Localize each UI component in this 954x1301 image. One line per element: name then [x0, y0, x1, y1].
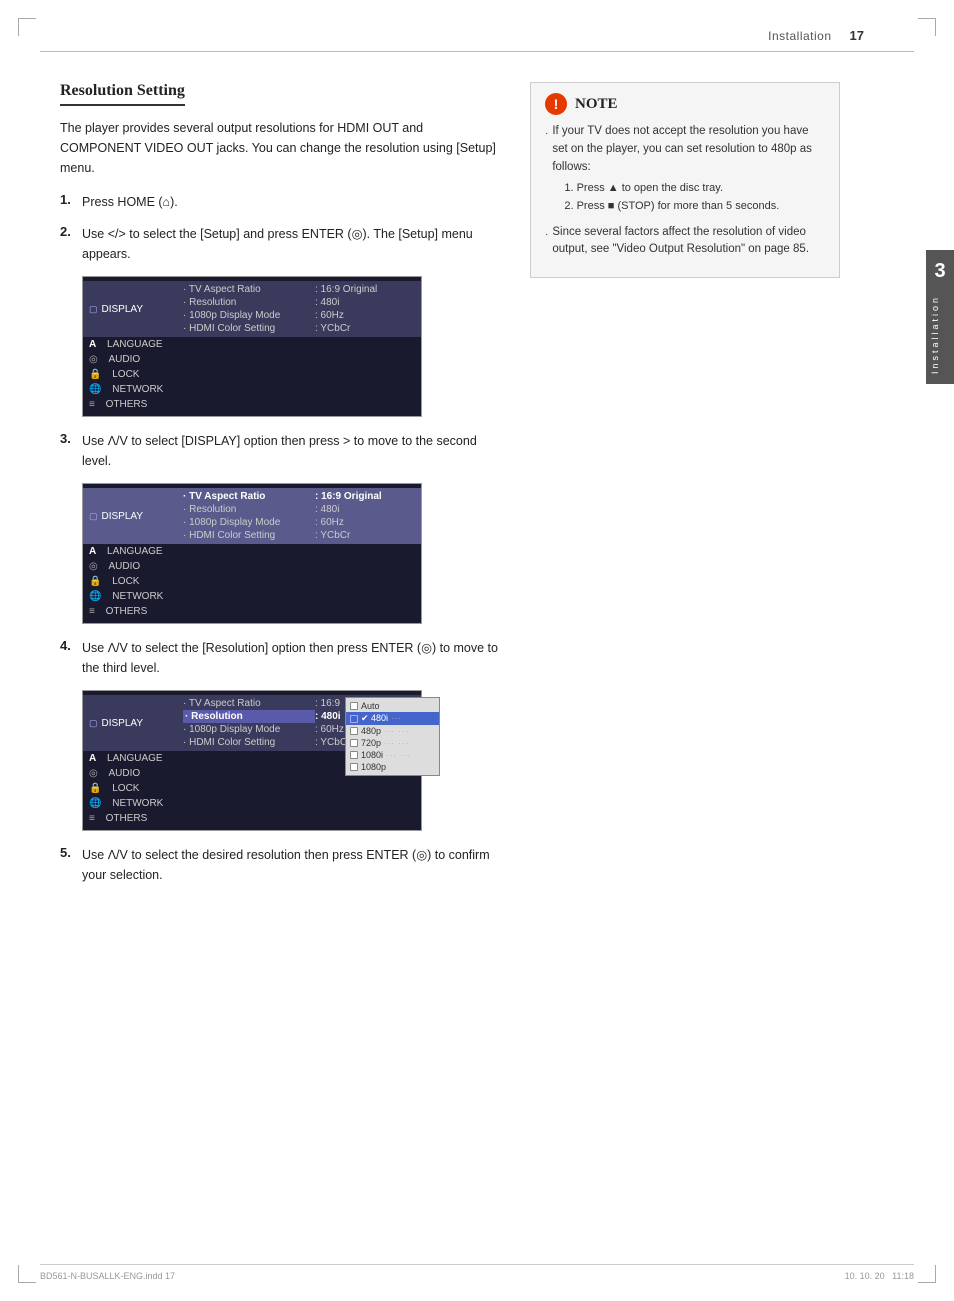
- footer-datetime: 10. 10. 20 11:18: [845, 1271, 914, 1281]
- menu-display-values: : 16:9 Original : 480i : 60Hz : YCbCr: [315, 283, 415, 335]
- note-sub-item-2: Press ■ (STOP) for more than 5 seconds.: [564, 198, 825, 216]
- res-option-1080i: 1080i ··· ···: [346, 749, 439, 761]
- step-3: 3. Use Λ/V to select [DISPLAY] option th…: [60, 431, 500, 471]
- step-2: 2. Use </> to select the [Setup] and pre…: [60, 224, 500, 264]
- step-5-text: Use Λ/V to select the desired resolution…: [82, 845, 500, 885]
- menu-display-label: ▢ DISPLAY: [89, 304, 179, 315]
- menu-row-language: A LANGUAGE: [83, 337, 421, 352]
- note-header: ! NOTE: [545, 93, 825, 115]
- step-4-text: Use Λ/V to select the [Resolution] optio…: [82, 638, 500, 678]
- step-3-number: 3.: [60, 431, 82, 446]
- menu-row-others: ≡ OTHERS: [83, 397, 421, 412]
- right-column: ! NOTE · If your TV does not accept the …: [530, 82, 840, 897]
- menu-row-others-2: ≡ OTHERS: [83, 604, 421, 619]
- step-1-text: Press HOME (⌂).: [82, 192, 178, 212]
- menu-display-items-2: · TV Aspect Ratio · Resolution · 1080p D…: [179, 490, 315, 542]
- menu-row-lock-3: 🔒 LOCK: [83, 781, 421, 796]
- step-3-text: Use Λ/V to select [DISPLAY] option then …: [82, 431, 500, 471]
- menu-row-display-3: ▢ DISPLAY · TV Aspect Ratio · Resolution…: [83, 695, 421, 751]
- header-section: Installation: [768, 29, 831, 43]
- main-content: Resolution Setting The player provides s…: [0, 52, 954, 897]
- note-sub-list: Press ▲ to open the disc tray. Press ■ (…: [552, 180, 825, 215]
- menu-screenshot-3: ▢ DISPLAY · TV Aspect Ratio · Resolution…: [82, 690, 422, 831]
- menu-row-lock-2: 🔒 LOCK: [83, 574, 421, 589]
- corner-mark-tl: [18, 18, 36, 36]
- step-2-number: 2.: [60, 224, 82, 239]
- corner-mark-br: [918, 1265, 936, 1283]
- step-5: 5. Use Λ/V to select the desired resolut…: [60, 845, 500, 885]
- menu-row-audio: ◎ AUDIO: [83, 352, 421, 367]
- left-column: Resolution Setting The player provides s…: [60, 82, 500, 897]
- step-5-number: 5.: [60, 845, 82, 860]
- menu-row-others-3: ≡ OTHERS: [83, 811, 421, 826]
- menu-display-items: · TV Aspect Ratio · Resolution · 1080p D…: [179, 283, 315, 335]
- menu-row-display: ▢ DISPLAY · TV Aspect Ratio · Resolution…: [83, 281, 421, 337]
- corner-mark-bl: [18, 1265, 36, 1283]
- note-bullet-2: · Since several factors affect the resol…: [545, 224, 825, 260]
- intro-text: The player provides several output resol…: [60, 118, 500, 178]
- note-title: NOTE: [575, 96, 618, 113]
- menu-screenshot-2: ▢ DISPLAY · TV Aspect Ratio · Resolution…: [82, 483, 422, 624]
- corner-mark-tr: [918, 18, 936, 36]
- note-sub-item-1: Press ▲ to open the disc tray.: [564, 180, 825, 198]
- menu-display-items-3: · TV Aspect Ratio · Resolution · 1080p D…: [179, 697, 315, 749]
- menu-screenshot-1: ▢ DISPLAY · TV Aspect Ratio · Resolution…: [82, 276, 422, 417]
- chapter-label: Installation: [930, 289, 940, 380]
- resolution-dropdown: Auto ✔ 480i ··· 480p ··· ···: [345, 697, 440, 776]
- step-1: 1. Press HOME (⌂).: [60, 192, 500, 212]
- res-option-1080p: 1080p: [346, 761, 439, 773]
- menu-display-values-2: : 16:9 Original : 480i : 60Hz : YCbCr: [315, 490, 415, 542]
- note-content: · If your TV does not accept the resolut…: [545, 123, 825, 259]
- menu-row-audio-2: ◎ AUDIO: [83, 559, 421, 574]
- page-footer: BD561-N-BUSALLK-ENG.indd 17 10. 10. 20 1…: [40, 1264, 914, 1281]
- step-4-number: 4.: [60, 638, 82, 653]
- step-1-number: 1.: [60, 192, 82, 207]
- header-page-number: 17: [850, 28, 864, 43]
- note-bullet-2-text: Since several factors affect the resolut…: [552, 224, 825, 260]
- menu-row-display-2: ▢ DISPLAY · TV Aspect Ratio · Resolution…: [83, 488, 421, 544]
- page-header: Installation 17: [40, 0, 914, 52]
- chapter-tab: 3 Installation: [926, 250, 954, 384]
- menu-row-lock: 🔒 LOCK: [83, 367, 421, 382]
- note-icon: !: [545, 93, 567, 115]
- res-option-auto: Auto: [346, 700, 439, 712]
- menu-row-network-2: 🌐 NETWORK: [83, 589, 421, 604]
- section-title: Resolution Setting: [60, 82, 185, 106]
- step-4: 4. Use Λ/V to select the [Resolution] op…: [60, 638, 500, 678]
- res-option-480p: 480p ··· ···: [346, 725, 439, 737]
- res-option-720p: 720p ··· ···: [346, 737, 439, 749]
- footer-filename: BD561-N-BUSALLK-ENG.indd 17: [40, 1271, 175, 1281]
- note-bullet-1: · If your TV does not accept the resolut…: [545, 123, 825, 216]
- res-option-480i: ✔ 480i ···: [346, 712, 439, 725]
- menu-row-network: 🌐 NETWORK: [83, 382, 421, 397]
- menu-row-language-2: A LANGUAGE: [83, 544, 421, 559]
- note-box: ! NOTE · If your TV does not accept the …: [530, 82, 840, 278]
- menu-display-values-3: : 16:9 : 480i : 60Hz : YCbCr Auto ✔ 480i: [315, 697, 415, 749]
- chapter-number: 3: [930, 260, 950, 283]
- menu-row-network-3: 🌐 NETWORK: [83, 796, 421, 811]
- step-2-text: Use </> to select the [Setup] and press …: [82, 224, 500, 264]
- note-bullet-1-text: If your TV does not accept the resolutio…: [552, 123, 825, 216]
